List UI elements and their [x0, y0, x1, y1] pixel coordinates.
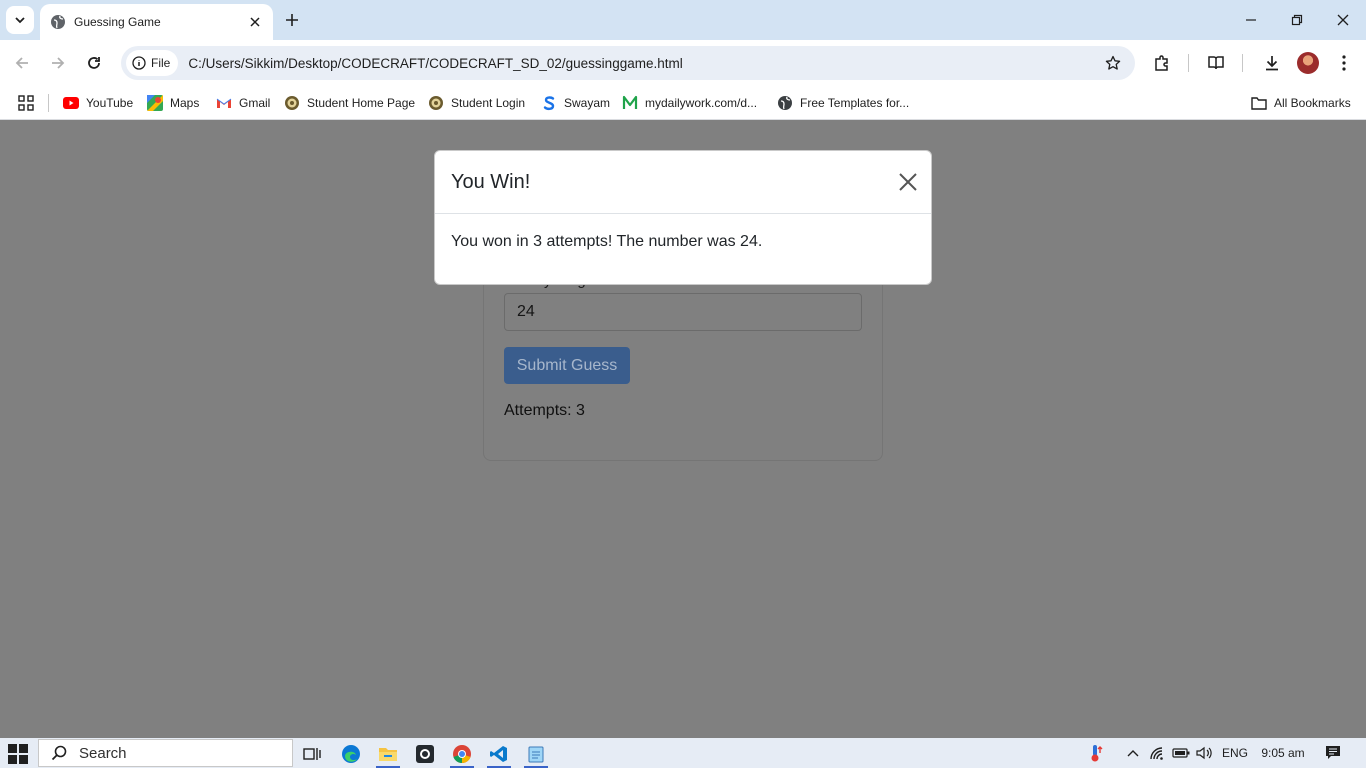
tab-guessing-game[interactable]: Guessing Game — [40, 4, 273, 40]
arrow-left-icon — [15, 57, 28, 69]
gmail-icon — [216, 95, 232, 111]
toolbar-divider — [1242, 54, 1243, 72]
bookmark-student-login[interactable]: Student Login — [428, 91, 525, 115]
file-explorer-icon[interactable] — [373, 740, 403, 768]
bookmark-label: mydailywork.com/d... — [645, 96, 758, 110]
tab-search-button[interactable] — [6, 6, 34, 34]
close-window-button[interactable] — [1320, 6, 1366, 34]
mydailywork-icon — [622, 95, 638, 111]
taskbar-search-box[interactable]: Search — [38, 739, 293, 767]
bookmark-student-home-page[interactable]: Student Home Page — [284, 91, 415, 115]
download-icon — [1266, 56, 1278, 71]
folder-icon — [1251, 95, 1267, 111]
bookmark-free-templates[interactable]: Free Templates for... — [777, 91, 909, 115]
browser-toolbar: File C:/Users/Sikkim/Desktop/CODECRAFT/C… — [0, 40, 1366, 86]
edge-icon[interactable] — [336, 740, 366, 768]
bookmark-label: YouTube — [86, 96, 134, 110]
close-icon[interactable] — [898, 172, 918, 192]
bookmarks-bar: YouTube Maps Gmail Student Home Page Stu… — [0, 86, 1366, 120]
bookmark-gmail[interactable]: Gmail — [216, 91, 270, 115]
search-icon — [51, 745, 67, 761]
weather-icon[interactable] — [1086, 744, 1106, 762]
book-icon — [1208, 56, 1224, 70]
chrome-icon[interactable] — [447, 740, 477, 768]
back-button[interactable] — [8, 49, 36, 77]
windows-start-icon[interactable] — [8, 744, 28, 764]
github-icon[interactable] — [410, 740, 440, 768]
college-seal-icon — [428, 95, 444, 111]
guess-input[interactable] — [504, 293, 862, 331]
bookmark-label: Gmail — [239, 96, 271, 110]
bookmark-youtube[interactable]: YouTube — [63, 91, 133, 115]
bookmark-star-icon[interactable] — [1099, 49, 1127, 77]
page-viewport: Enter your guess: Submit Guess Attempts:… — [0, 121, 1366, 738]
bookmark-maps[interactable]: Maps — [147, 91, 199, 115]
college-seal-icon — [284, 95, 300, 111]
modal-message: You won in 3 attempts! The number was 24… — [451, 233, 763, 250]
all-bookmarks-button[interactable]: All Bookmarks — [1251, 91, 1351, 115]
apps-grid-icon[interactable] — [16, 93, 36, 113]
reading-mode-button[interactable] — [1202, 49, 1230, 77]
volume-icon[interactable] — [1195, 744, 1213, 762]
forward-button[interactable] — [44, 49, 72, 77]
minimize-button[interactable] — [1228, 6, 1274, 34]
youtube-icon — [63, 95, 79, 111]
minimize-icon — [1246, 19, 1256, 21]
restore-button[interactable] — [1274, 6, 1320, 34]
vscode-icon[interactable] — [484, 740, 514, 768]
notepad-icon[interactable] — [521, 740, 551, 768]
toolbar-divider — [1188, 54, 1189, 72]
bookmark-label: Student Login — [451, 96, 526, 110]
puzzle-icon — [1155, 55, 1168, 71]
site-chip-label: File — [151, 56, 171, 70]
arrow-right-icon — [52, 57, 65, 69]
bookmark-label: Student Home Page — [307, 96, 416, 110]
swayam-icon — [541, 95, 557, 111]
bookmark-label: Maps — [170, 96, 200, 110]
language-indicator[interactable]: ENG — [1220, 744, 1250, 762]
windows-taskbar: Search ENG 9:05 am — [0, 738, 1366, 768]
reload-button[interactable] — [80, 49, 108, 77]
tab-strip: Guessing Game — [0, 0, 1366, 40]
clock[interactable]: 9:05 am — [1258, 744, 1308, 762]
bookmark-mydailywork[interactable]: mydailywork.com/d... — [622, 91, 757, 115]
attempts-counter: Attempts: 3 — [504, 402, 585, 419]
bookmark-label: Free Templates for... — [800, 96, 910, 110]
taskbar-search-label: Search — [79, 744, 127, 762]
address-bar[interactable]: File C:/Users/Sikkim/Desktop/CODECRAFT/C… — [121, 46, 1135, 80]
bookmark-swayam[interactable]: Swayam — [541, 91, 610, 115]
info-icon — [132, 56, 146, 70]
downloads-button[interactable] — [1258, 49, 1286, 77]
chevron-down-icon — [15, 17, 25, 24]
chevron-up-icon[interactable] — [1124, 744, 1142, 762]
all-bookmarks-label: All Bookmarks — [1274, 96, 1351, 110]
globe-icon — [51, 15, 65, 29]
site-info-chip[interactable]: File — [126, 50, 179, 76]
menu-button[interactable] — [1330, 49, 1358, 77]
plus-icon — [286, 14, 298, 26]
bookmark-label: Swayam — [564, 96, 611, 110]
submit-guess-button[interactable]: Submit Guess — [504, 347, 630, 384]
new-tab-button[interactable] — [280, 8, 304, 32]
tab-title: Guessing Game — [74, 15, 161, 29]
task-view-icon[interactable] — [297, 740, 327, 768]
restore-icon — [1291, 14, 1303, 26]
globe-icon — [777, 95, 793, 111]
modal-title: You Win! — [451, 171, 531, 193]
reload-icon — [88, 57, 100, 69]
modal-header: You Win! — [435, 151, 931, 214]
wifi-icon[interactable] — [1148, 744, 1166, 762]
notifications-icon[interactable] — [1322, 744, 1344, 762]
battery-icon[interactable] — [1171, 744, 1191, 762]
bookmarks-divider — [48, 94, 49, 112]
win-modal: You Win! You won in 3 attempts! The numb… — [434, 150, 932, 285]
close-icon — [1337, 14, 1349, 26]
extensions-button[interactable] — [1148, 49, 1176, 77]
maps-icon — [147, 95, 163, 111]
close-tab-icon[interactable] — [245, 12, 265, 32]
kebab-menu-icon — [1342, 55, 1346, 71]
profile-avatar[interactable] — [1297, 52, 1319, 74]
url-text[interactable]: C:/Users/Sikkim/Desktop/CODECRAFT/CODECR… — [188, 56, 1099, 71]
